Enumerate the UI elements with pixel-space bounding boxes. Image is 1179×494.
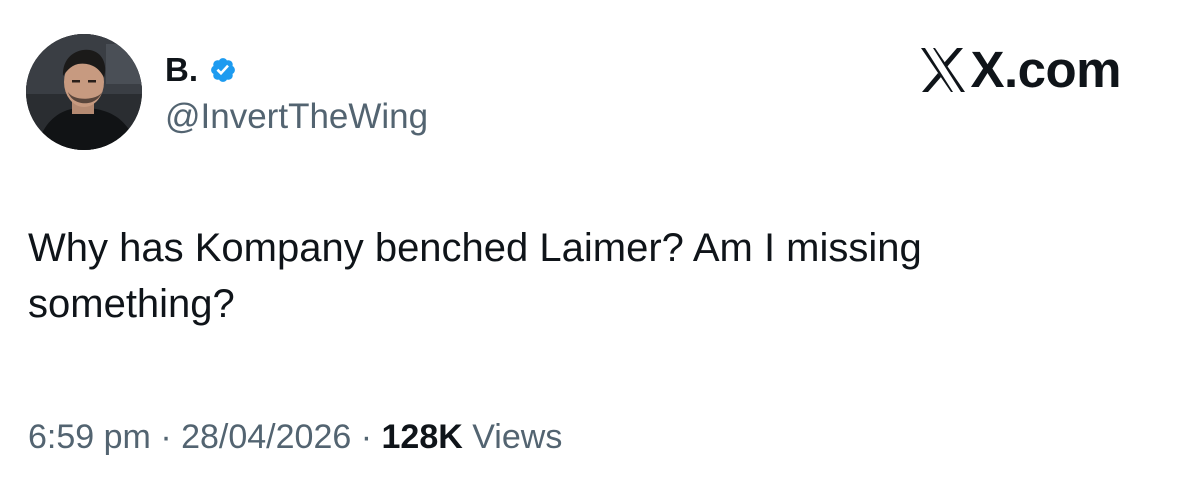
tweet-meta: 6:59 pm · 28/04/2026 · 128K Views [28, 414, 562, 460]
author-name-row: B. [165, 50, 240, 90]
author-display-name[interactable]: B. [165, 50, 198, 90]
meta-separator: · [160, 418, 172, 456]
brand-watermark: X.com [918, 42, 1121, 98]
views-label: Views [472, 418, 563, 456]
tweet-text: Why has Kompany benched Laimer? Am I mis… [28, 226, 922, 326]
verified-badge-icon[interactable] [206, 53, 240, 87]
views-count[interactable]: 128K [382, 418, 463, 456]
meta-separator: · [360, 418, 373, 456]
tweet-card: B. @InvertTheWing X.com Why has Kompany … [0, 0, 1179, 494]
avatar-photo [26, 34, 142, 150]
tweet-date[interactable]: 28/04/2026 [181, 418, 351, 456]
tweet-time[interactable]: 6:59 pm [28, 418, 151, 456]
x-logo-icon [921, 48, 966, 92]
brand-text: X.com [970, 41, 1121, 98]
avatar[interactable] [26, 34, 142, 150]
author-handle[interactable]: @InvertTheWing [165, 96, 428, 138]
